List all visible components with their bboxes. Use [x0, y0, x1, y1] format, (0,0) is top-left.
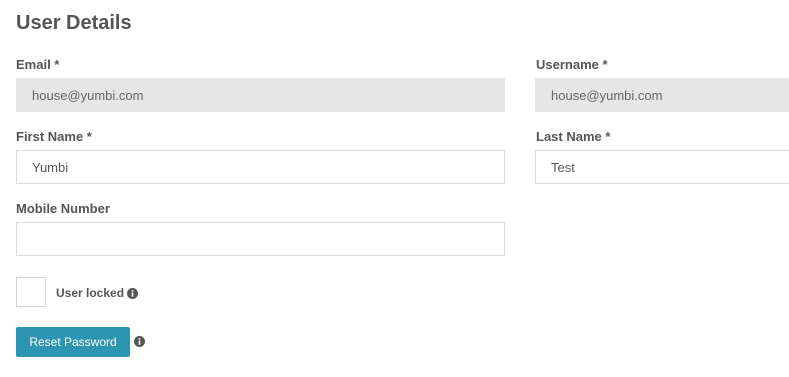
reset-password-button[interactable]: Reset Password [16, 327, 130, 357]
username-label: Username * [536, 57, 608, 72]
user-locked-label: User locked [56, 286, 125, 300]
info-icon[interactable] [127, 287, 139, 299]
user-locked-label-group: User locked [56, 285, 139, 301]
last-name-field[interactable] [535, 150, 789, 184]
email-label: Email * [16, 57, 60, 72]
reset-password-info-icon[interactable] [134, 336, 145, 347]
last-name-label: Last Name * [536, 129, 611, 144]
user-locked-checkbox[interactable] [16, 277, 46, 307]
username-field[interactable] [535, 78, 789, 112]
user-details-form: User Details Email * Username * First Na… [0, 0, 789, 377]
first-name-field[interactable] [16, 150, 505, 184]
mobile-number-label: Mobile Number [16, 201, 110, 216]
mobile-number-field[interactable] [16, 222, 505, 256]
email-field[interactable] [16, 78, 505, 112]
page-title: User Details [16, 12, 132, 34]
first-name-label: First Name * [16, 129, 92, 144]
